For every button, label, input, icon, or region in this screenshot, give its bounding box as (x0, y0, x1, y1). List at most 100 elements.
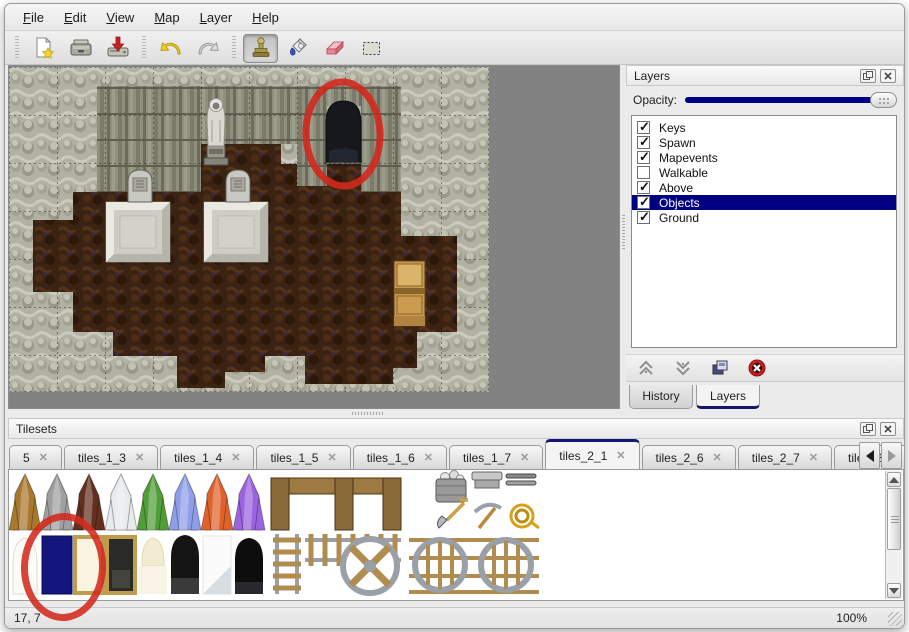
stamp-icon (248, 35, 274, 61)
tileset-tab[interactable]: tiles_1_3 ✕ (64, 445, 158, 469)
curved-arrow-left-icon (158, 35, 184, 61)
float-panel-button[interactable] (860, 69, 876, 83)
tilesets-panel-titlebar: Tilesets (8, 418, 904, 439)
eraser-tool-button[interactable] (317, 34, 352, 63)
triangle-up-icon (889, 477, 899, 483)
horizontal-splitter[interactable] (5, 409, 904, 418)
menu-item[interactable]: Help (242, 6, 289, 29)
tile-black-hood[interactable] (171, 535, 199, 594)
tileset-tab[interactable]: tiles_2_1 ✕ (545, 439, 639, 469)
new-file-button[interactable] (26, 34, 61, 63)
menu-item[interactable]: Map (144, 6, 189, 29)
tab-close-icon[interactable]: ✕ (520, 451, 529, 464)
menu-item[interactable]: Edit (54, 6, 96, 29)
tile-column-piece[interactable] (472, 472, 502, 488)
tileset-tab[interactable]: 5 ✕ (9, 445, 62, 469)
tile-barrel-skulls[interactable] (436, 471, 466, 503)
triangle-right-icon (888, 450, 896, 462)
layer-row[interactable]: Keys (632, 120, 896, 135)
tileset-tab-label: tiles_1_3 (78, 451, 126, 465)
paint-bucket-icon (285, 35, 311, 61)
opacity-slider[interactable] (685, 91, 897, 109)
duplicate-icon (710, 359, 730, 377)
tileset-tab[interactable]: tiles_1_5 ✕ (256, 445, 350, 469)
layer-row[interactable]: Mapevents (632, 150, 896, 165)
fill-tool-button[interactable] (280, 34, 315, 63)
layer-row[interactable]: Above (632, 180, 896, 195)
tile-door-dark[interactable] (107, 537, 135, 593)
layer-visibility-checkbox[interactable] (637, 166, 650, 179)
tileset-tab[interactable]: tiles_2_7 ✕ (738, 445, 832, 469)
page-with-star-icon (31, 35, 57, 61)
tab-close-icon[interactable]: ✕ (231, 451, 240, 464)
tileset-tab[interactable]: tiles_1_4 ✕ (160, 445, 254, 469)
redo-button[interactable] (190, 34, 225, 63)
layer-visibility-checkbox[interactable] (637, 136, 650, 149)
tileset-tab[interactable]: tiles_1_6 ✕ (353, 445, 447, 469)
close-panel-button[interactable] (880, 422, 896, 436)
tileset-canvas[interactable] (8, 469, 904, 601)
layer-visibility-checkbox[interactable] (637, 121, 650, 134)
float-icon (863, 424, 873, 433)
chevron-up-double-icon (636, 359, 656, 377)
undo-button[interactable] (153, 34, 188, 63)
layer-visibility-checkbox[interactable] (637, 151, 650, 164)
scroll-tabs-left-button[interactable] (859, 442, 880, 469)
layer-visibility-checkbox[interactable] (637, 211, 650, 224)
save-button[interactable] (100, 34, 135, 63)
menu-item[interactable]: File (13, 6, 54, 29)
tab-close-icon[interactable]: ✕ (39, 451, 48, 464)
layer-name: Above (659, 181, 693, 195)
float-panel-button[interactable] (860, 422, 876, 436)
layer-row[interactable]: Walkable (632, 165, 896, 180)
resize-grip[interactable] (888, 612, 902, 626)
toolbar (5, 32, 904, 65)
layer-visibility-checkbox[interactable] (637, 196, 650, 209)
tileset-scrollbar[interactable] (885, 471, 902, 599)
tab-close-icon[interactable]: ✕ (424, 451, 433, 464)
dock-tab[interactable]: History (629, 385, 693, 409)
scroll-up-button[interactable] (887, 472, 901, 487)
map-canvas[interactable] (8, 65, 620, 409)
scrollbar-thumb[interactable] (887, 488, 901, 550)
duplicate-layer-button[interactable] (708, 357, 732, 379)
tileset-tab[interactable]: tiles_1_7 ✕ (449, 445, 543, 469)
scroll-down-button[interactable] (887, 583, 901, 598)
delete-layer-button[interactable] (745, 357, 769, 379)
tile-white-slope[interactable] (203, 536, 231, 594)
layer-row[interactable]: Ground (632, 210, 896, 225)
toolbar-separator (142, 36, 146, 60)
tileset-tab[interactable]: tiles_2_6 ✕ (642, 445, 736, 469)
toolbar-handle[interactable] (15, 36, 19, 60)
opacity-slider-handle[interactable] (870, 92, 897, 108)
menu-item[interactable]: Layer (190, 6, 243, 29)
layer-name: Ground (659, 211, 699, 225)
tab-close-icon[interactable]: ✕ (327, 451, 336, 464)
select-tool-button[interactable] (354, 34, 389, 63)
tile-black-arch[interactable] (235, 538, 263, 594)
tab-close-icon[interactable]: ✕ (616, 449, 625, 462)
layers-panel-title: Layers (634, 69, 856, 83)
tab-close-icon[interactable]: ✕ (713, 451, 722, 464)
stamp-tool-button[interactable] (243, 34, 278, 63)
chevron-down-double-icon (673, 359, 693, 377)
opacity-slider-track[interactable] (685, 97, 894, 103)
scroll-tabs-right-button[interactable] (881, 442, 902, 469)
close-panel-button[interactable] (880, 69, 896, 83)
layer-row[interactable]: Spawn (632, 135, 896, 150)
layer-visibility-checkbox[interactable] (637, 181, 650, 194)
layer-list[interactable]: Keys Spawn Mapevents Walkable (631, 115, 897, 348)
open-button[interactable] (63, 34, 98, 63)
layer-row[interactable]: Objects (632, 195, 896, 210)
tileset-tab-label: tiles_1_6 (367, 451, 415, 465)
dock-tab[interactable]: Layers (696, 385, 760, 409)
grave-slab-left (106, 202, 170, 262)
curved-arrow-right-icon (195, 35, 221, 61)
tab-close-icon[interactable]: ✕ (135, 451, 144, 464)
menu-item[interactable]: View (96, 6, 144, 29)
lower-layer-button[interactable] (671, 357, 695, 379)
raise-layer-button[interactable] (634, 357, 658, 379)
toolbar-separator (232, 36, 236, 60)
tab-close-icon[interactable]: ✕ (809, 451, 818, 464)
cursor-coordinates: 17, 7 (14, 611, 41, 625)
